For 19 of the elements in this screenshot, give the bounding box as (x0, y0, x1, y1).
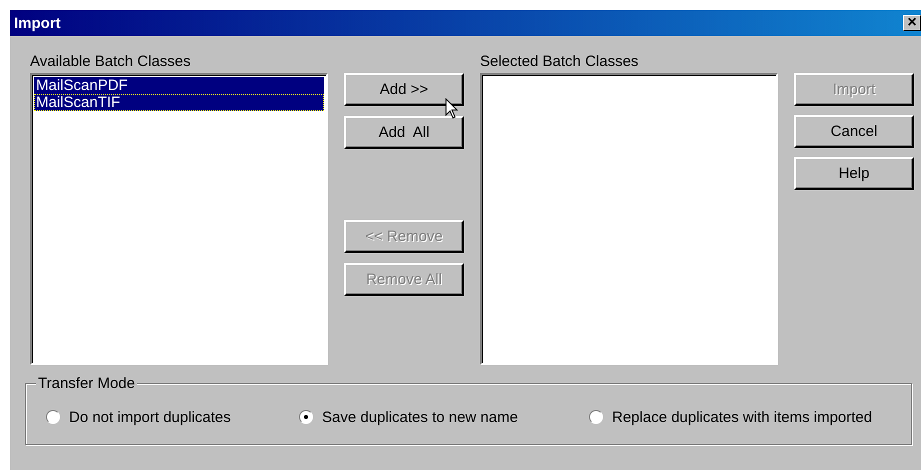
available-list[interactable]: MailScanPDF MailScanTIF (30, 73, 328, 365)
move-button[interactable]: Add >> (344, 73, 464, 106)
list-item[interactable]: MailScanTIF (34, 94, 324, 111)
list-label: Available Batch Classes (30, 53, 192, 69)
radio-label: Replace duplicates with items imported (612, 408, 872, 426)
close-button[interactable]: × (903, 15, 921, 31)
radio-button[interactable] (46, 410, 60, 424)
selected-list[interactable] (480, 73, 778, 365)
window-title: Import (14, 14, 61, 32)
list-item[interactable]: MailScanPDF (34, 77, 324, 94)
move-button[interactable]: Add All (344, 116, 464, 149)
pointer-icon (445, 98, 459, 120)
radio-label: Save duplicates to new name (322, 408, 518, 426)
radio-button[interactable] (299, 410, 313, 424)
radio-button[interactable] (589, 410, 603, 424)
radio-label: Do not import duplicates (69, 408, 231, 426)
list-label: Selected Batch Classes (480, 53, 640, 69)
action-button[interactable]: Cancel (794, 115, 914, 148)
action-button[interactable]: Help (794, 157, 914, 190)
